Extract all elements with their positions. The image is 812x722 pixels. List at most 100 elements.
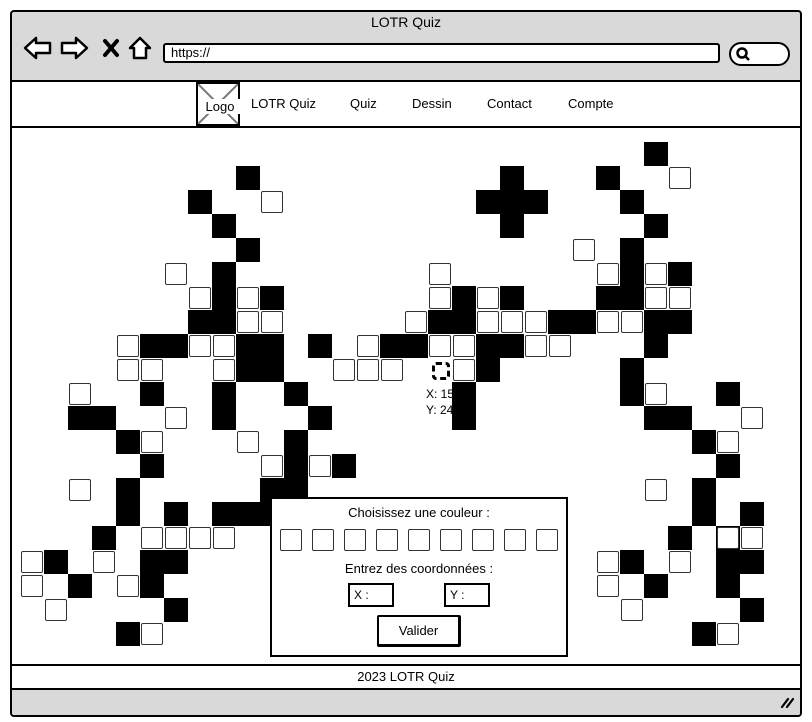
pixel-cell-black[interactable] bbox=[116, 478, 140, 502]
pixel-cell-black[interactable] bbox=[692, 478, 716, 502]
pixel-cell-empty[interactable] bbox=[21, 551, 43, 573]
pixel-cell-empty[interactable] bbox=[669, 287, 691, 309]
pixel-cell-black[interactable] bbox=[716, 382, 740, 406]
pixel-cell-black[interactable] bbox=[620, 358, 644, 382]
pixel-cell-black[interactable] bbox=[500, 334, 524, 358]
pixel-cell-black[interactable] bbox=[68, 574, 92, 598]
pixel-cell-black[interactable] bbox=[260, 358, 284, 382]
pixel-cell-black[interactable] bbox=[284, 454, 308, 478]
nav-link-contact[interactable]: Contact bbox=[487, 96, 532, 111]
pixel-cell-empty[interactable] bbox=[189, 527, 211, 549]
pixel-cell-empty[interactable] bbox=[477, 311, 499, 333]
x-coordinate-input[interactable]: X : bbox=[348, 583, 394, 607]
pixel-cell-black[interactable] bbox=[572, 310, 596, 334]
pixel-cell-empty[interactable] bbox=[141, 431, 163, 453]
browser-search-box[interactable] bbox=[729, 42, 790, 66]
pixel-cell-black[interactable] bbox=[644, 574, 668, 598]
address-bar[interactable]: https:// bbox=[163, 43, 720, 63]
pixel-cell-black[interactable] bbox=[668, 262, 692, 286]
pixel-cell-black[interactable] bbox=[692, 430, 716, 454]
pixel-cell-empty[interactable] bbox=[597, 263, 619, 285]
pixel-cell-empty[interactable] bbox=[357, 335, 379, 357]
pixel-cell-empty[interactable] bbox=[741, 407, 763, 429]
pixel-cell-empty[interactable] bbox=[429, 287, 451, 309]
pixel-cell-black[interactable] bbox=[140, 550, 164, 574]
pixel-cell-black[interactable] bbox=[380, 334, 404, 358]
pixel-cell-black[interactable] bbox=[212, 310, 236, 334]
pixel-cell-black[interactable] bbox=[188, 310, 212, 334]
pixel-cell-empty[interactable] bbox=[213, 359, 235, 381]
pixel-cell-black[interactable] bbox=[212, 406, 236, 430]
pixel-cell-black[interactable] bbox=[476, 334, 500, 358]
pixel-cell-black[interactable] bbox=[644, 142, 668, 166]
pixel-cell-black[interactable] bbox=[116, 430, 140, 454]
pixel-cell-black[interactable] bbox=[332, 454, 356, 478]
pixel-cell-black[interactable] bbox=[740, 502, 764, 526]
pixel-cell-black[interactable] bbox=[212, 382, 236, 406]
pixel-cell-empty[interactable] bbox=[573, 239, 595, 261]
pixel-cell-black[interactable] bbox=[620, 238, 644, 262]
pixel-cell-black[interactable] bbox=[740, 598, 764, 622]
pixel-cell-black[interactable] bbox=[452, 406, 476, 430]
pixel-cell-black[interactable] bbox=[236, 166, 260, 190]
pixel-cell-black[interactable] bbox=[140, 334, 164, 358]
pixel-cell-empty[interactable] bbox=[501, 311, 523, 333]
pixel-cell-black[interactable] bbox=[452, 382, 476, 406]
pixel-cell-black[interactable] bbox=[668, 526, 692, 550]
pixel-cell-empty[interactable] bbox=[261, 311, 283, 333]
pixel-cell-empty[interactable] bbox=[117, 359, 139, 381]
pixel-cell-empty[interactable] bbox=[621, 599, 643, 621]
color-swatch[interactable] bbox=[440, 529, 462, 551]
pixel-cell-empty[interactable] bbox=[141, 527, 163, 549]
pixel-cell-empty[interactable] bbox=[213, 527, 235, 549]
pixel-cell-empty[interactable] bbox=[429, 335, 451, 357]
pixel-cell-black[interactable] bbox=[116, 502, 140, 526]
pixel-cell-black[interactable] bbox=[140, 454, 164, 478]
pixel-cell-empty[interactable] bbox=[261, 191, 283, 213]
pixel-cell-black[interactable] bbox=[644, 214, 668, 238]
pixel-cell-black[interactable] bbox=[284, 430, 308, 454]
pixel-cell-black[interactable] bbox=[644, 334, 668, 358]
pixel-cell-black[interactable] bbox=[164, 550, 188, 574]
pixel-cell-black[interactable] bbox=[716, 574, 740, 598]
pixel-cell-empty[interactable] bbox=[117, 575, 139, 597]
pixel-cell-black[interactable] bbox=[164, 502, 188, 526]
pixel-cell-empty[interactable] bbox=[309, 455, 331, 477]
pixel-cell-black[interactable] bbox=[500, 214, 524, 238]
pixel-cell-black[interactable] bbox=[596, 166, 620, 190]
pixel-cell-empty[interactable] bbox=[453, 335, 475, 357]
pixel-cell-empty[interactable] bbox=[717, 623, 739, 645]
pixel-cell-empty[interactable] bbox=[165, 263, 187, 285]
pixel-cell-black[interactable] bbox=[308, 406, 332, 430]
pixel-cell-black[interactable] bbox=[620, 550, 644, 574]
back-button[interactable] bbox=[22, 34, 54, 62]
pixel-cell-black[interactable] bbox=[644, 406, 668, 430]
pixel-cell-empty[interactable] bbox=[69, 383, 91, 405]
pixel-cell-black[interactable] bbox=[284, 382, 308, 406]
pixel-cell-black[interactable] bbox=[692, 502, 716, 526]
pixel-cell-black[interactable] bbox=[236, 502, 260, 526]
color-swatch[interactable] bbox=[344, 529, 366, 551]
pixel-cell-black[interactable] bbox=[212, 262, 236, 286]
pixel-cell-empty[interactable] bbox=[717, 431, 739, 453]
pixel-cell-empty[interactable] bbox=[357, 359, 379, 381]
pixel-cell-black[interactable] bbox=[524, 190, 548, 214]
pixel-cell-empty[interactable] bbox=[597, 551, 619, 573]
pixel-cell-empty[interactable] bbox=[645, 479, 667, 501]
pixel-cell-black[interactable] bbox=[500, 166, 524, 190]
pixel-cell-empty[interactable] bbox=[549, 335, 571, 357]
pixel-cell-black[interactable] bbox=[668, 310, 692, 334]
pixel-cell-empty[interactable] bbox=[669, 551, 691, 573]
nav-link-quiz[interactable]: Quiz bbox=[350, 96, 377, 111]
pixel-cell-empty[interactable] bbox=[333, 359, 355, 381]
pixel-cell-empty[interactable] bbox=[45, 599, 67, 621]
pixel-cell-black[interactable] bbox=[140, 574, 164, 598]
pixel-cell-black[interactable] bbox=[620, 382, 644, 406]
drawing-canvas[interactable]: X: 15 Y: 24 Choisissez une couleur : Ent… bbox=[12, 128, 800, 664]
forward-button[interactable] bbox=[58, 34, 90, 62]
pixel-cell-black[interactable] bbox=[212, 502, 236, 526]
pixel-cell-black[interactable] bbox=[308, 334, 332, 358]
pixel-cell-empty[interactable] bbox=[669, 167, 691, 189]
pixel-cell-black[interactable] bbox=[212, 214, 236, 238]
color-swatch[interactable] bbox=[408, 529, 430, 551]
